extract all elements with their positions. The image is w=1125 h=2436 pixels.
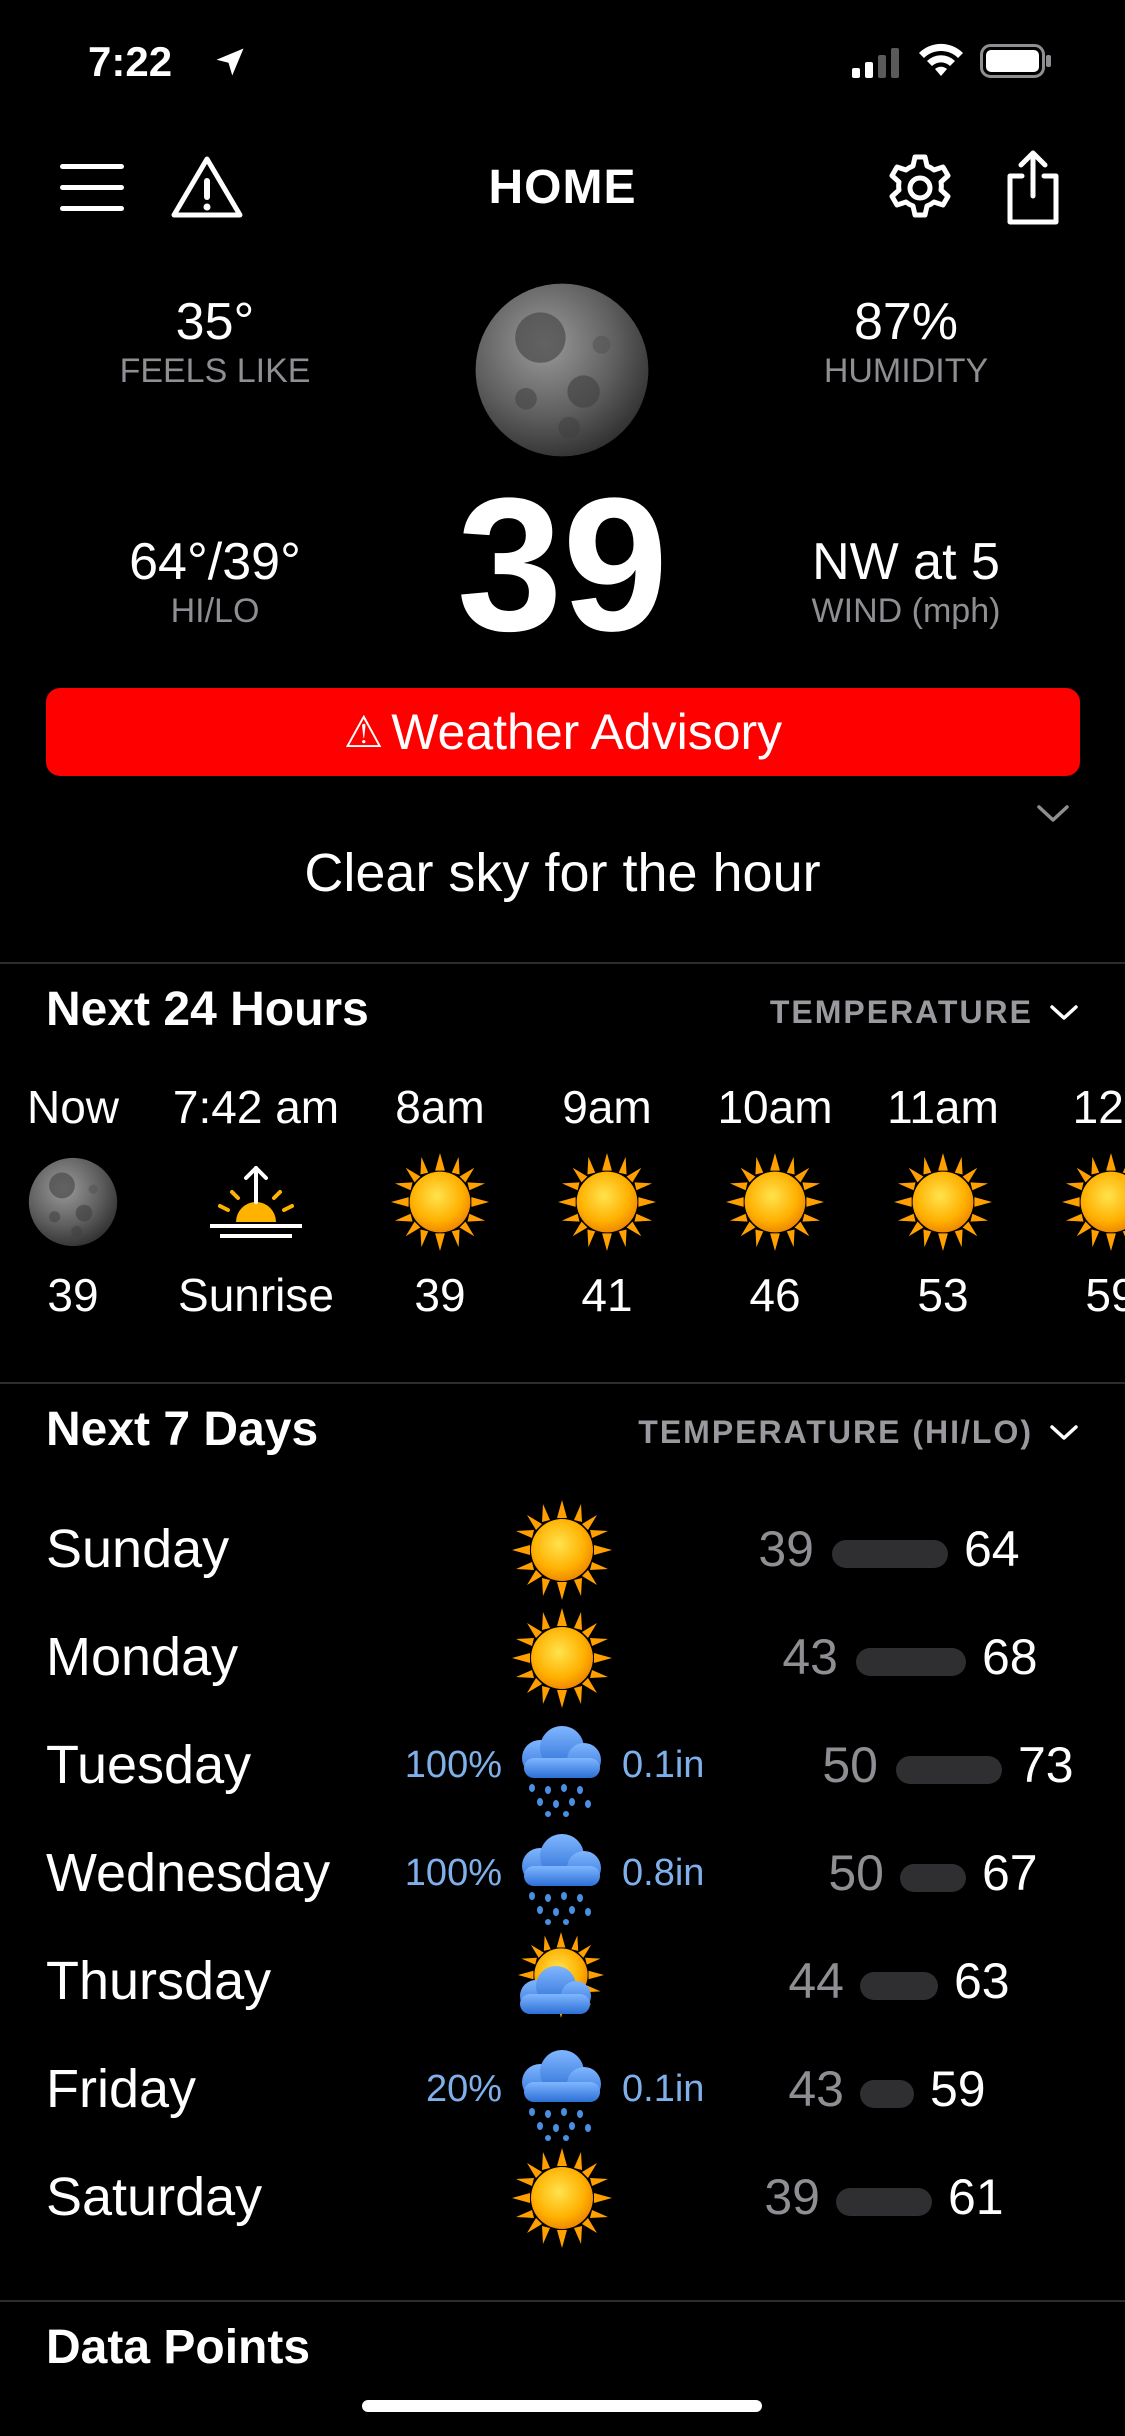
chevron-down-icon[interactable] (1036, 804, 1070, 829)
hour-summary: Clear sky for the hour (304, 843, 821, 903)
day-name: Saturday (46, 2167, 263, 2227)
page-title: HOME (488, 161, 637, 214)
precip-chance: 100% (404, 1852, 502, 1894)
temp-range-bar (832, 1540, 948, 1568)
high-temp: 63 (954, 1953, 1010, 2009)
temp-range-bar (860, 1972, 938, 2000)
precip-amount: 0.8in (622, 1852, 705, 1894)
rain-cloud-icon (510, 2042, 610, 2147)
sun-icon (1026, 1152, 1125, 1252)
low-temp: 39 (764, 2169, 820, 2225)
day-row[interactable]: Friday 20% 0.1in 43 59 (0, 2038, 1125, 2146)
precip-amount: 0.1in (622, 1744, 705, 1786)
partly-cloudy-icon (510, 1932, 610, 2037)
daily-metric-label: TEMPERATURE (HI/LO) (638, 1414, 1033, 1450)
hour-item: 12p 59 (1026, 1080, 1125, 1340)
hourly-section-title: Next 24 Hours (46, 983, 369, 1036)
low-temp: 50 (822, 1737, 878, 1793)
data-points-title: Data Points (46, 2321, 311, 2374)
moon-icon (472, 280, 652, 465)
wind-label: WIND (mph) (811, 592, 1001, 630)
hour-item: 11am 53 (858, 1080, 1028, 1322)
divider (0, 1382, 1125, 1384)
daily-metric-selector[interactable]: TEMPERATURE (HI/LO) (638, 1414, 1079, 1451)
low-temp: 43 (788, 2061, 844, 2117)
day-name: Tuesday (46, 1735, 252, 1795)
moon-icon (0, 1152, 158, 1252)
feels-like-value: 35° (175, 293, 255, 351)
temp-range-bar (836, 2188, 932, 2216)
warning-icon: ⚠ (343, 707, 384, 757)
day-row[interactable]: Saturday 39 61 (0, 2146, 1125, 2254)
sun-icon (522, 1152, 692, 1252)
high-temp: 68 (982, 1629, 1038, 1685)
chevron-down-icon (1050, 1004, 1078, 1020)
hour-item: 9am 41 (522, 1080, 692, 1322)
wind-value: NW at 5 (812, 533, 1000, 591)
weather-advisory-button[interactable]: ⚠ Weather Advisory (46, 688, 1080, 776)
low-temp: 43 (782, 1629, 838, 1685)
chevron-down-icon (1050, 1424, 1078, 1440)
share-icon[interactable] (1004, 150, 1062, 231)
sun-icon (858, 1152, 1028, 1252)
rain-cloud-icon (510, 1718, 610, 1823)
day-name: Thursday (46, 1951, 272, 2011)
hourly-metric-selector[interactable]: TEMPERATURE (770, 994, 1079, 1031)
sun-icon (512, 1500, 612, 1605)
sunrise-icon (158, 1152, 354, 1252)
location-arrow-icon (212, 44, 248, 85)
day-row[interactable]: Monday 43 68 (0, 1606, 1125, 1714)
cellular-signal-icon (852, 46, 902, 83)
day-row[interactable]: Sunday 39 64 (0, 1498, 1125, 1606)
day-row[interactable]: Thursday 44 63 (0, 1930, 1125, 2038)
day-row[interactable]: Wednesday 100% 0.8in 50 67 (0, 1822, 1125, 1930)
low-temp: 44 (788, 1953, 844, 2009)
daily-section-title: Next 7 Days (46, 1403, 319, 1456)
day-name: Sunday (46, 1519, 230, 1579)
wifi-icon (918, 42, 964, 83)
gear-icon[interactable] (884, 152, 956, 229)
temp-range-bar (896, 1756, 1002, 1784)
hourly-metric-label: TEMPERATURE (769, 994, 1033, 1030)
hour-item: 8am 39 (355, 1080, 525, 1322)
precip-amount: 0.1in (622, 2068, 705, 2110)
hour-item: 10am 46 (690, 1080, 860, 1322)
low-temp: 39 (758, 1521, 814, 1577)
hour-item: Now 39 (0, 1080, 158, 1322)
high-temp: 59 (930, 2061, 986, 2117)
rain-cloud-icon (510, 1826, 610, 1931)
high-temp: 61 (948, 2169, 1004, 2225)
temp-range-bar (860, 2080, 914, 2108)
precip-chance: 100% (404, 1744, 502, 1786)
temp-range-bar (856, 1648, 966, 1676)
high-temp: 67 (982, 1845, 1038, 1901)
temp-range-bar (900, 1864, 966, 1892)
feels-like-label: FEELS LIKE (119, 352, 311, 390)
day-name: Wednesday (46, 1843, 331, 1903)
divider (0, 962, 1125, 964)
hour-item: 7:42 am Sunrise (158, 1080, 354, 1322)
sun-icon (512, 1608, 612, 1713)
high-temp: 73 (1018, 1737, 1074, 1793)
advisory-label: Weather Advisory (391, 704, 783, 760)
sun-icon (355, 1152, 525, 1252)
humidity-value: 87% (853, 293, 959, 351)
status-time: 7:22 (88, 38, 173, 85)
sun-icon (690, 1152, 860, 1252)
home-indicator[interactable] (362, 2400, 762, 2412)
divider (0, 2300, 1125, 2302)
battery-icon (980, 44, 1052, 83)
day-row[interactable]: Tuesday 100% 0.1in 50 73 (0, 1714, 1125, 1822)
day-name: Monday (46, 1627, 239, 1687)
low-temp: 50 (828, 1845, 884, 1901)
humidity-label: HUMIDITY (823, 352, 989, 390)
day-name: Friday (46, 2059, 197, 2119)
high-temp: 64 (964, 1521, 1020, 1577)
sun-icon (512, 2148, 612, 2253)
precip-chance: 20% (425, 2068, 502, 2110)
